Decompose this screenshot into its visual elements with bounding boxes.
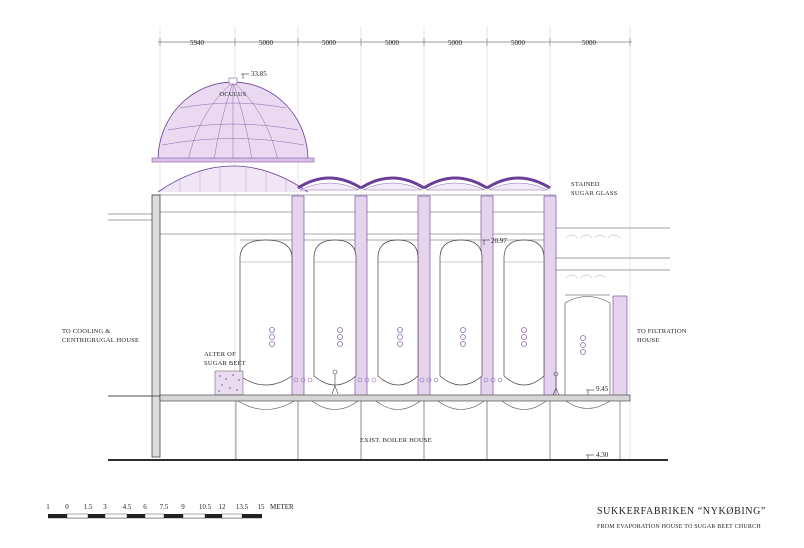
level-ground-label: 4.30 — [596, 451, 609, 459]
scale-bar: 1 0 1.5 3 4.5 6 7.5 9 10.5 12 13.5 15 ME… — [46, 503, 294, 519]
tank-3 — [377, 239, 419, 386]
left-annex — [108, 213, 152, 397]
scale-tick-1: 1 — [46, 503, 50, 511]
tanks — [239, 239, 545, 386]
dome: OCULUS 33.85 — [151, 70, 315, 163]
scale-tick-8: 9 — [181, 503, 185, 511]
lower-arch — [157, 165, 309, 193]
level-marker-top: 33.85 — [241, 70, 267, 79]
dim-label-5: 5000 — [448, 39, 463, 47]
dim-label-7: 5000 — [582, 39, 597, 47]
scale-tick-4: 3 — [103, 503, 107, 511]
pillar-4 — [480, 195, 494, 397]
stained-glass-label-line1: STAINED — [571, 181, 600, 188]
dim-label-1: 5940 — [190, 39, 205, 47]
left-wall — [151, 194, 161, 458]
dim-label-2: 5000 — [259, 39, 274, 47]
level-mid-label: 20.97 — [491, 237, 507, 245]
cooling-label-line1: TO COOLING & — [62, 328, 111, 335]
drawing-title: SUKKERFABRIKEN “NYKØBING” — [597, 506, 766, 517]
tank-5 — [503, 239, 545, 386]
altar-label-line1: ALTER OF — [204, 351, 236, 358]
level-floor-label: 9.45 — [596, 385, 609, 393]
drawing-subtitle: FROM EVAPORATION HOUSE TO SUGAR BEET CHU… — [597, 524, 761, 530]
pillar-1 — [291, 195, 305, 397]
stained-glass-label-line2: SUGAR GLASS — [571, 190, 618, 197]
right-annex-arches — [565, 234, 621, 279]
tank-2 — [313, 239, 357, 386]
altar-label-line2: SUGAR BEET — [204, 360, 246, 367]
roof-beams — [152, 194, 556, 241]
oculus-label: OCULUS — [219, 91, 246, 98]
scale-tick-2: 0 — [65, 503, 69, 511]
scale-tick-7: 7.5 — [160, 503, 169, 511]
floor-slab — [108, 394, 631, 402]
level-marker-floor: 9.45 — [586, 385, 609, 395]
dim-label-3: 5000 — [322, 39, 337, 47]
scale-unit: METER — [270, 503, 294, 511]
scale-tick-5: 4.5 — [123, 503, 132, 511]
boiler-house-columns — [235, 401, 621, 460]
right-pillar — [612, 295, 628, 397]
filtration-label-line2: HOUSE — [637, 337, 660, 344]
dim-label-6: 5000 — [511, 39, 526, 47]
scale-tick-12: 15 — [258, 503, 266, 511]
scale-tick-11: 13.5 — [236, 503, 249, 511]
filtration-label-line1: TO FILTRATION — [637, 328, 687, 335]
pillar-5 — [543, 195, 557, 397]
tank-4 — [439, 239, 483, 386]
boiler-house-label: EXIST. BOILER HOUSE — [360, 437, 432, 444]
level-top-label: 33.85 — [251, 70, 267, 78]
scale-tick-10: 12 — [219, 503, 227, 511]
pillar-3 — [417, 195, 431, 397]
dimension-line: 5940 5000 5000 5000 5000 5000 5000 — [158, 38, 632, 47]
right-annex — [551, 227, 670, 397]
dim-label-4: 5000 — [385, 39, 400, 47]
scale-tick-9: 10.5 — [199, 503, 212, 511]
scale-tick-6: 6 — [143, 503, 147, 511]
cooling-label-line2: CENTRIGRUGAL HOUSE — [62, 337, 139, 344]
building-section-drawing: 5940 5000 5000 5000 5000 5000 5000 OCULU… — [46, 26, 766, 530]
tank-1 — [239, 239, 293, 386]
pillar-2 — [354, 195, 368, 397]
scale-tick-3: 1.5 — [84, 503, 93, 511]
level-marker-ground: 4.30 — [586, 451, 609, 460]
